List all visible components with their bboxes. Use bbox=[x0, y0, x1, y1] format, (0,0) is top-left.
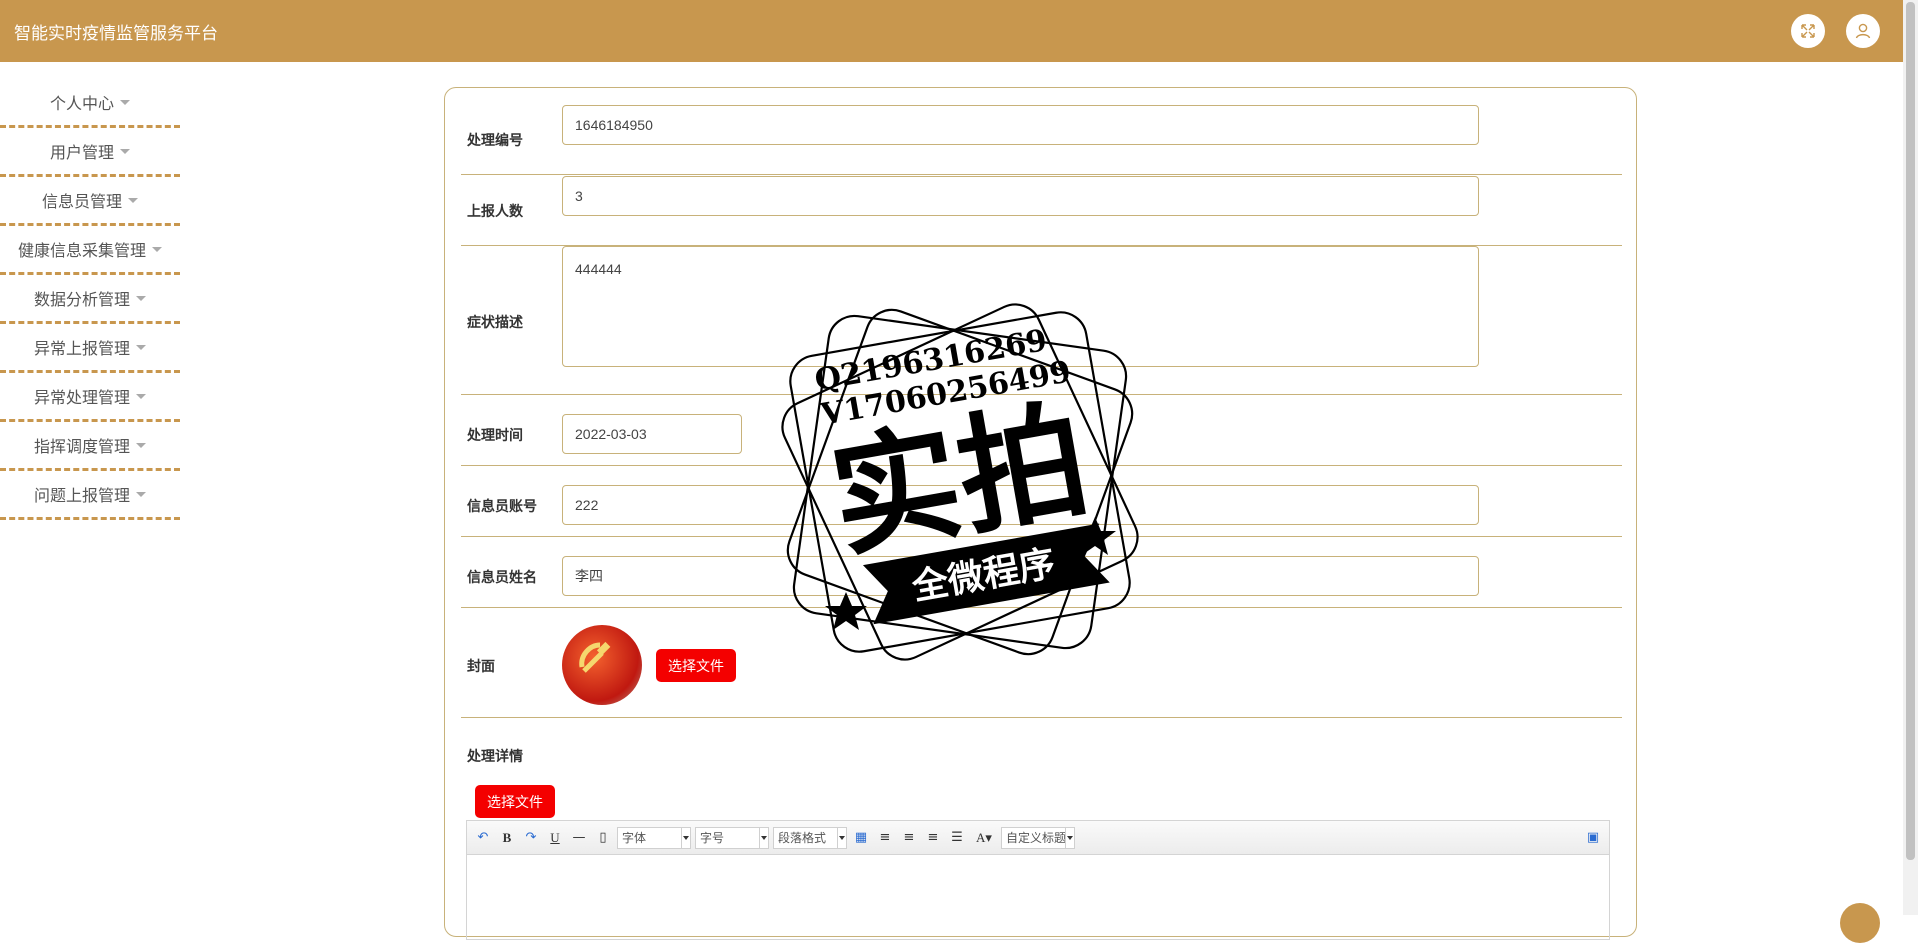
sidebar-item-label: 个人中心 bbox=[49, 94, 114, 113]
sidebar: 个人中心 用户管理 信息员管理 健康信息采集管理 数据分析管理 异常上报管理 异… bbox=[0, 79, 180, 520]
sidebar-item-label: 数据分析管理 bbox=[33, 290, 130, 309]
sidebar-item-user-management[interactable]: 用户管理 bbox=[0, 128, 180, 177]
caret-down-icon bbox=[136, 344, 146, 350]
dropdown-arrow-icon bbox=[681, 827, 690, 848]
paragraph-format-select-value: 段落格式 bbox=[778, 831, 827, 845]
report-count-input[interactable]: 3 bbox=[562, 176, 1479, 216]
app-title: 智能实时疫情监管服务平台 bbox=[14, 24, 218, 44]
custom-title-select[interactable]: 自定义标题 bbox=[1001, 826, 1075, 849]
bold-icon[interactable]: B bbox=[497, 828, 517, 848]
table-icon[interactable]: ▦ bbox=[851, 828, 871, 848]
user-icon bbox=[1855, 23, 1871, 39]
redo-icon[interactable]: ↷ bbox=[521, 828, 541, 848]
sidebar-item-label: 异常处理管理 bbox=[33, 388, 130, 407]
form-row-process-no: 处理编号 1646184950 bbox=[461, 104, 1622, 175]
report-count-label: 上报人数 bbox=[467, 204, 523, 220]
caret-down-icon bbox=[120, 148, 130, 154]
sidebar-item-abnormal-handling[interactable]: 异常处理管理 bbox=[0, 373, 180, 422]
user-menu-button[interactable] bbox=[1846, 14, 1880, 48]
process-time-input[interactable]: 2022-03-03 bbox=[562, 414, 742, 454]
form-row-process-time: 处理时间 2022-03-03 bbox=[461, 395, 1622, 466]
rich-text-editor[interactable]: ↶ B ↷ U — ▯ 字体 字号 段落格式 ▦ ≡ ≡ ≡ ☰ A ▾ 自定义标… bbox=[466, 820, 1610, 940]
font-color-icon[interactable]: A ▾ bbox=[971, 828, 997, 848]
caret-down-icon bbox=[128, 197, 138, 203]
scrollbar-thumb[interactable] bbox=[1906, 2, 1915, 860]
sidebar-item-label: 健康信息采集管理 bbox=[17, 241, 146, 260]
font-family-select[interactable]: 字体 bbox=[617, 826, 691, 849]
detail-label: 处理详情 bbox=[467, 749, 523, 765]
cover-label: 封面 bbox=[467, 659, 495, 675]
form-panel: 处理编号 1646184950 上报人数 3 症状描述 444444 处理时间 … bbox=[444, 87, 1637, 940]
sidebar-item-label: 用户管理 bbox=[49, 143, 114, 162]
align-center-icon[interactable]: ≡ bbox=[923, 828, 943, 848]
caret-down-icon bbox=[136, 491, 146, 497]
form-row-cover: 封面 选择文件 bbox=[461, 608, 1622, 718]
custom-title-select-value: 自定义标题 bbox=[1006, 831, 1067, 845]
form-row-symptom: 症状描述 444444 bbox=[461, 246, 1622, 395]
process-time-label: 处理时间 bbox=[467, 428, 523, 444]
sidebar-item-command-dispatch[interactable]: 指挥调度管理 bbox=[0, 422, 180, 471]
align-right-icon[interactable]: ≡ bbox=[899, 828, 919, 848]
undo-icon[interactable]: ↶ bbox=[473, 828, 493, 848]
dropdown-arrow-icon bbox=[1065, 827, 1074, 848]
informant-account-label: 信息员账号 bbox=[467, 499, 537, 515]
top-header: 智能实时疫情监管服务平台 bbox=[0, 0, 1903, 62]
editor-toolbar: ↶ B ↷ U — ▯ 字体 字号 段落格式 ▦ ≡ ≡ ≡ ☰ A ▾ 自定义标… bbox=[467, 821, 1609, 855]
horizontal-rule-icon[interactable]: — bbox=[569, 828, 589, 848]
font-color-label: A bbox=[976, 829, 986, 845]
back-to-top-button[interactable] bbox=[1840, 903, 1880, 943]
cover-image bbox=[562, 625, 642, 705]
font-size-select-value: 字号 bbox=[700, 831, 725, 845]
form-row-informant-name: 信息员姓名 李四 bbox=[461, 537, 1622, 608]
dropdown-arrow-icon bbox=[759, 827, 768, 848]
sidebar-item-label: 问题上报管理 bbox=[33, 486, 130, 505]
sidebar-item-problem-report[interactable]: 问题上报管理 bbox=[0, 471, 180, 520]
sidebar-item-label: 信息员管理 bbox=[41, 192, 122, 211]
underline-icon[interactable]: U bbox=[545, 828, 565, 848]
caret-down-icon bbox=[136, 295, 146, 301]
caret-down-icon bbox=[152, 246, 162, 252]
align-justify-icon[interactable]: ☰ bbox=[947, 828, 967, 848]
detail-choose-file-button[interactable]: 选择文件 bbox=[475, 785, 555, 818]
dropdown-arrow-icon bbox=[837, 827, 846, 848]
sidebar-item-label: 异常上报管理 bbox=[33, 339, 130, 358]
symptom-textarea[interactable]: 444444 bbox=[562, 246, 1479, 367]
process-no-label: 处理编号 bbox=[467, 133, 523, 149]
sidebar-item-health-info-management[interactable]: 健康信息采集管理 bbox=[0, 226, 180, 275]
fullscreen-button[interactable] bbox=[1791, 14, 1825, 48]
sidebar-item-informant-management[interactable]: 信息员管理 bbox=[0, 177, 180, 226]
sidebar-item-label: 指挥调度管理 bbox=[33, 437, 130, 456]
caret-down-icon bbox=[136, 393, 146, 399]
informant-name-input[interactable]: 李四 bbox=[562, 556, 1479, 596]
form-row-report-count: 上报人数 3 bbox=[461, 175, 1622, 246]
hammer-sickle-icon bbox=[579, 641, 611, 673]
process-no-input[interactable]: 1646184950 bbox=[562, 105, 1479, 145]
cover-choose-file-button[interactable]: 选择文件 bbox=[656, 649, 736, 682]
vertical-scrollbar[interactable] bbox=[1903, 0, 1918, 915]
preview-icon[interactable]: ▣ bbox=[1583, 828, 1603, 848]
symptom-label: 症状描述 bbox=[467, 315, 523, 331]
align-left-icon[interactable]: ≡ bbox=[875, 828, 895, 848]
informant-account-input[interactable]: 222 bbox=[562, 485, 1479, 525]
informant-name-label: 信息员姓名 bbox=[467, 570, 537, 586]
paragraph-format-select[interactable]: 段落格式 bbox=[773, 826, 847, 849]
sidebar-item-abnormal-report[interactable]: 异常上报管理 bbox=[0, 324, 180, 373]
sidebar-item-data-analysis[interactable]: 数据分析管理 bbox=[0, 275, 180, 324]
caret-down-icon bbox=[136, 442, 146, 448]
document-icon[interactable]: ▯ bbox=[593, 828, 613, 848]
form-row-informant-account: 信息员账号 222 bbox=[461, 466, 1622, 537]
caret-down-icon bbox=[120, 99, 130, 105]
fullscreen-icon bbox=[1801, 24, 1815, 38]
font-size-select[interactable]: 字号 bbox=[695, 826, 769, 849]
sidebar-item-personal-center[interactable]: 个人中心 bbox=[0, 79, 180, 128]
font-family-select-value: 字体 bbox=[622, 831, 647, 845]
